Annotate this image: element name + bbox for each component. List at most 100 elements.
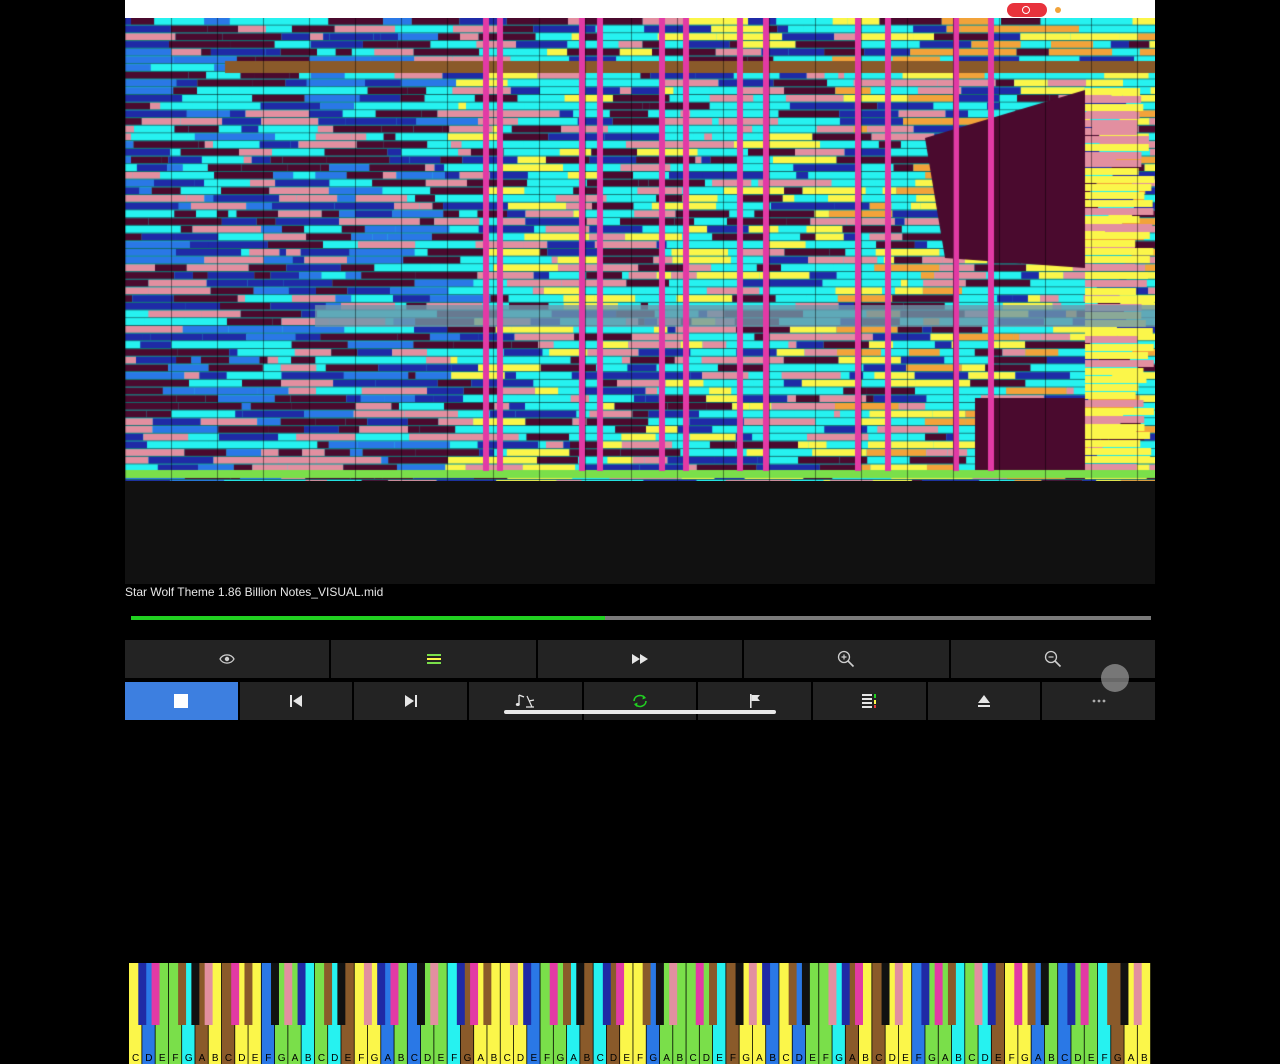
black-key[interactable] xyxy=(576,963,585,1025)
tracks-button[interactable] xyxy=(813,682,926,720)
key-label: C xyxy=(597,1053,604,1064)
black-key[interactable] xyxy=(377,963,386,1025)
black-key[interactable] xyxy=(430,963,439,1025)
black-key[interactable] xyxy=(934,963,943,1025)
black-key[interactable] xyxy=(363,963,372,1025)
eject-button[interactable] xyxy=(927,682,1041,720)
black-key[interactable] xyxy=(669,963,678,1025)
key-label: A xyxy=(570,1053,577,1064)
black-key[interactable] xyxy=(748,963,757,1025)
key-label: D xyxy=(238,1053,245,1064)
black-key[interactable] xyxy=(642,963,651,1025)
black-key[interactable] xyxy=(284,963,293,1025)
piano-keyboard[interactable]: CDEFGABCDEFGABCDEFGABCDEFGABCDEFGABCDEFG… xyxy=(125,481,1155,1064)
zoom-in-button[interactable] xyxy=(744,640,949,678)
black-key[interactable] xyxy=(231,963,240,1025)
black-key[interactable] xyxy=(921,963,930,1025)
black-key[interactable] xyxy=(483,963,492,1025)
black-key[interactable] xyxy=(509,963,518,1025)
black-key[interactable] xyxy=(390,963,399,1025)
black-key[interactable] xyxy=(470,963,479,1025)
key-label: F xyxy=(1009,1053,1015,1064)
black-key[interactable] xyxy=(456,963,465,1025)
metronome-button[interactable] xyxy=(469,682,582,720)
black-key[interactable] xyxy=(204,963,213,1025)
key-label: E xyxy=(995,1053,1002,1064)
black-key[interactable] xyxy=(1027,963,1036,1025)
black-key[interactable] xyxy=(138,963,147,1025)
more-button[interactable] xyxy=(1042,682,1156,720)
previous-button[interactable] xyxy=(239,682,353,720)
black-key[interactable] xyxy=(602,963,611,1025)
key-label: G xyxy=(464,1053,472,1064)
key-label: G xyxy=(371,1053,379,1064)
home-indicator[interactable] xyxy=(504,710,776,714)
key-label: C xyxy=(782,1053,789,1064)
key-label: B xyxy=(305,1053,312,1064)
black-key[interactable] xyxy=(974,963,983,1025)
black-key[interactable] xyxy=(1107,963,1116,1025)
fast-forward-button[interactable] xyxy=(537,640,743,678)
next-button[interactable] xyxy=(354,682,468,720)
black-key[interactable] xyxy=(244,963,253,1025)
black-key[interactable] xyxy=(324,963,333,1025)
playback-progress-bar[interactable] xyxy=(131,616,1151,620)
key-label: G xyxy=(928,1053,936,1064)
key-label: D xyxy=(889,1053,896,1064)
key-label: D xyxy=(517,1053,524,1064)
black-key[interactable] xyxy=(881,963,890,1025)
key-label: E xyxy=(623,1053,630,1064)
key-label: B xyxy=(491,1053,498,1064)
black-key[interactable] xyxy=(191,963,200,1025)
key-label: B xyxy=(584,1053,591,1064)
black-key[interactable] xyxy=(417,963,425,1025)
black-key[interactable] xyxy=(549,963,558,1025)
black-key[interactable] xyxy=(1133,963,1142,1025)
black-key[interactable] xyxy=(841,963,850,1025)
black-key[interactable] xyxy=(695,963,704,1025)
black-key[interactable] xyxy=(616,963,625,1025)
key-label: D xyxy=(145,1053,152,1064)
key-label: F xyxy=(637,1053,643,1064)
black-key[interactable] xyxy=(828,963,837,1025)
black-key[interactable] xyxy=(855,963,863,1025)
black-key[interactable] xyxy=(1014,963,1023,1025)
black-key[interactable] xyxy=(1067,963,1076,1025)
black-key[interactable] xyxy=(655,963,664,1025)
black-key[interactable] xyxy=(1040,963,1049,1025)
black-key[interactable] xyxy=(801,963,810,1025)
black-key[interactable] xyxy=(178,963,187,1025)
black-key[interactable] xyxy=(762,963,771,1025)
key-label: E xyxy=(159,1053,166,1064)
black-key[interactable] xyxy=(987,963,996,1025)
stop-button[interactable] xyxy=(125,682,238,720)
black-key[interactable] xyxy=(1080,963,1089,1025)
black-key[interactable] xyxy=(271,963,279,1025)
black-key[interactable] xyxy=(297,963,306,1025)
screen-recording-indicator[interactable] xyxy=(1007,3,1047,17)
view-eye-button[interactable] xyxy=(125,640,330,678)
marker-button[interactable] xyxy=(698,682,812,720)
key-label: G xyxy=(1021,1053,1029,1064)
black-key[interactable] xyxy=(947,963,956,1025)
black-key[interactable] xyxy=(151,963,160,1025)
key-label: F xyxy=(358,1053,364,1064)
black-key[interactable] xyxy=(894,963,903,1025)
black-key[interactable] xyxy=(788,963,797,1025)
black-key[interactable] xyxy=(563,963,571,1025)
black-key[interactable] xyxy=(523,963,532,1025)
keyboard-keys[interactable]: CDEFGABCDEFGABCDEFGABCDEFGABCDEFGABCDEFG… xyxy=(129,963,1151,1064)
key-label: C xyxy=(689,1053,696,1064)
piano-roll-visualizer[interactable] xyxy=(125,18,1155,481)
assistive-touch-button[interactable] xyxy=(1101,664,1129,692)
black-key[interactable] xyxy=(337,963,346,1025)
key-label: G xyxy=(556,1053,564,1064)
equalizer-button[interactable] xyxy=(331,640,536,678)
key-label: C xyxy=(504,1053,511,1064)
key-label: G xyxy=(1114,1053,1122,1064)
song-title: Star Wolf Theme 1.86 Billion Notes_VISUA… xyxy=(125,585,384,599)
loop-button[interactable] xyxy=(583,682,697,720)
black-key[interactable] xyxy=(709,963,717,1025)
black-key[interactable] xyxy=(1120,963,1129,1025)
black-key[interactable] xyxy=(735,963,744,1025)
